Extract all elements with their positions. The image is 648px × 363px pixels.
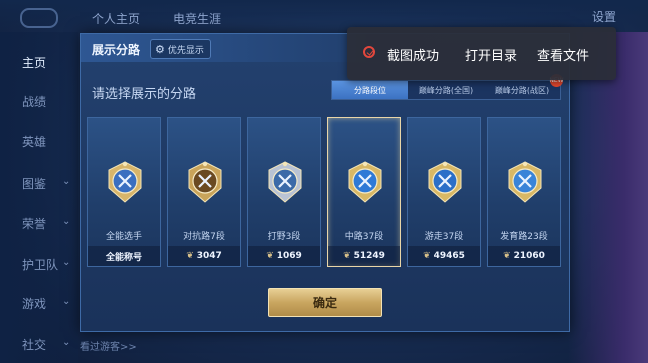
screenshot-toast: 截图成功 打开目录 查看文件: [347, 27, 616, 80]
rank-chevron-icon: ❦: [423, 251, 431, 261]
sidebar-item[interactable]: 游戏: [22, 295, 46, 312]
select-lane-prompt: 请选择展示的分路: [92, 87, 197, 102]
dialog-title: 展示分路: [92, 43, 141, 57]
sidebar-item[interactable]: 主页: [22, 54, 46, 71]
rank-chevron-icon: ❦: [343, 251, 351, 261]
lane-name: 发育路23段: [500, 232, 548, 242]
lane-name: 中路37段: [344, 232, 384, 242]
lane-score: ❦ 49465: [408, 246, 480, 266]
lane-card[interactable]: 发育路23段 ❦ 21060: [487, 117, 561, 267]
roam-emblem-icon: [428, 161, 462, 203]
jungle-emblem-icon: [268, 161, 302, 203]
sidebar-item[interactable]: 社交: [22, 336, 46, 353]
settings-button[interactable]: 设置: [592, 8, 616, 25]
rank-chevron-icon: ❦: [266, 251, 274, 261]
tab-esports-career[interactable]: 电竞生涯: [173, 10, 221, 27]
lane-name: 打野3段: [267, 232, 301, 242]
lane-name: 对抗路7段: [183, 232, 225, 242]
rank-chevron-icon: ❦: [186, 251, 194, 261]
chevron-down-icon: ⌄: [62, 216, 71, 227]
view-file-link[interactable]: 查看文件: [537, 45, 589, 64]
lane-card[interactable]: 中路37段 ❦ 51249: [327, 117, 401, 267]
lane-name: 游走37段: [424, 232, 464, 242]
chevron-down-icon: ⌄: [62, 176, 71, 187]
lane-score: ❦ 3047: [168, 246, 240, 266]
lane-name: 全能选手: [105, 232, 142, 242]
tab-personal-home[interactable]: 个人主页: [92, 10, 140, 27]
priority-display-button[interactable]: ⚙ 优先显示: [150, 39, 211, 59]
lane-score: ❦ 1069: [248, 246, 320, 266]
chevron-down-icon: ⌄: [62, 296, 71, 307]
sidebar-item[interactable]: 护卫队: [22, 256, 58, 273]
lane-card[interactable]: 对抗路7段 ❦ 3047: [167, 117, 241, 267]
lane-score: ❦ 21060: [488, 246, 560, 266]
priority-display-label: 优先显示: [167, 45, 204, 56]
sidebar-item[interactable]: 战绩: [22, 93, 46, 110]
chevron-down-icon: ⌄: [62, 257, 71, 268]
confirm-button[interactable]: 确定: [268, 288, 382, 317]
tab-lane-rank[interactable]: 分路段位: [332, 81, 408, 99]
tab-peak-national[interactable]: 巅峰分路(全国): [408, 81, 484, 99]
back-logo-icon[interactable]: [20, 8, 58, 28]
farm-lane-emblem-icon: [508, 161, 542, 203]
sidebar-item[interactable]: 荣誉: [22, 215, 46, 232]
sidebar-item[interactable]: 英雄: [22, 133, 46, 150]
right-panel: [568, 32, 648, 363]
success-check-icon: [363, 46, 375, 58]
lane-card[interactable]: 全能选手 全能称号: [87, 117, 161, 267]
clash-lane-emblem-icon: [188, 161, 222, 203]
mid-lane-emblem-icon: [348, 161, 382, 203]
lane-score: ❦ 51249: [328, 246, 400, 266]
tab-peak-region[interactable]: 巅峰分路(战区) NEW: [484, 74, 564, 99]
sidebar: [0, 32, 78, 363]
toast-message: 截图成功: [387, 49, 440, 64]
lane-card[interactable]: 游走37段 ❦ 49465: [407, 117, 481, 267]
gear-icon: ⚙: [155, 42, 165, 56]
lane-card[interactable]: 打野3段 ❦ 1069: [247, 117, 321, 267]
lane-tabs: 分路段位 巅峰分路(全国) 巅峰分路(战区) NEW: [331, 74, 564, 100]
rank-chevron-icon: ❦: [503, 251, 511, 261]
chevron-down-icon: ⌄: [62, 337, 71, 348]
all-round-emblem-icon: [108, 161, 142, 203]
visitor-link[interactable]: 看过游客>>: [80, 338, 137, 353]
lane-score: 全能称号: [88, 246, 160, 266]
open-directory-link[interactable]: 打开目录: [465, 45, 517, 64]
sidebar-item[interactable]: 图鉴: [22, 175, 46, 192]
